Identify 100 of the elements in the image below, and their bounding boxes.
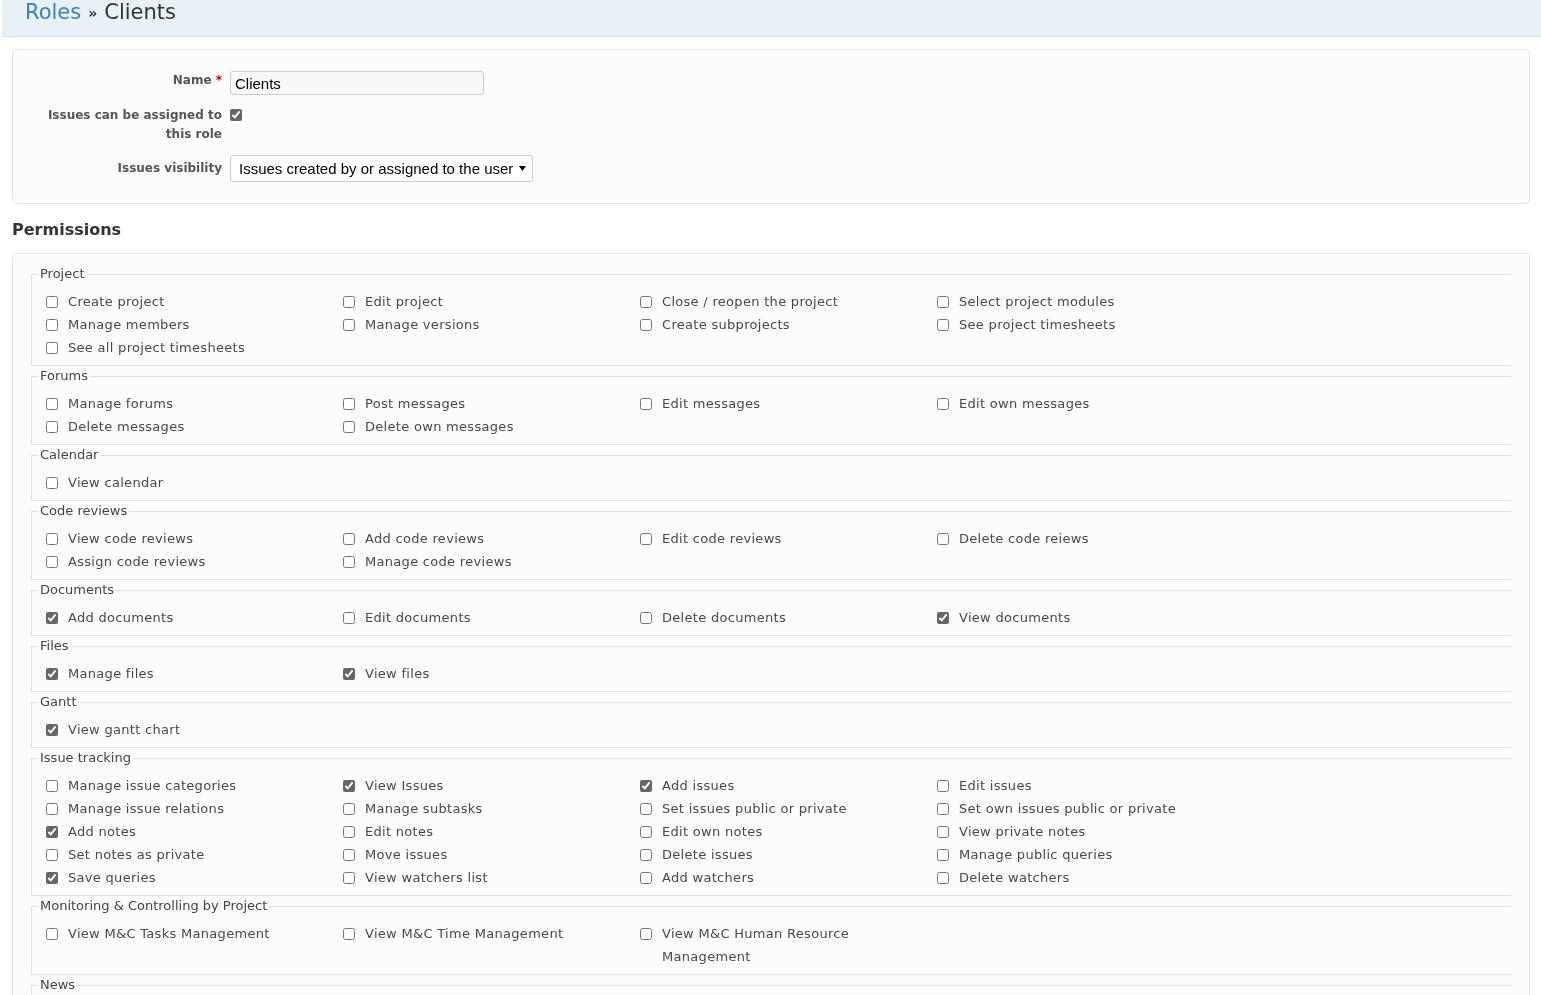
- checkbox[interactable]: [640, 928, 652, 940]
- checkbox[interactable]: [46, 477, 58, 489]
- checkbox[interactable]: [937, 803, 949, 815]
- permission-label: Close / reopen the project: [662, 293, 840, 311]
- checkbox[interactable]: [937, 780, 949, 792]
- permission-label: View M&C Human Resource Management: [662, 925, 851, 966]
- checkbox[interactable]: [937, 533, 949, 545]
- checkbox[interactable]: [640, 780, 652, 792]
- permission-label: Create project: [68, 293, 166, 311]
- checkbox[interactable]: [46, 826, 58, 838]
- breadcrumb-separator: »: [88, 4, 98, 23]
- checkbox[interactable]: [640, 849, 652, 861]
- permission-label: Manage code reviews: [365, 553, 513, 571]
- permission-label: Set issues public or private: [662, 800, 848, 818]
- name-input-field[interactable]: Clients: [230, 71, 484, 95]
- permission-label: View M&C Tasks Management: [68, 925, 271, 943]
- permission-label: Set own issues public or private: [959, 800, 1177, 818]
- permission-label: Edit code reviews: [662, 530, 783, 548]
- checkbox[interactable]: [937, 826, 949, 838]
- permission-label: Add watchers: [662, 869, 756, 887]
- permission-label: View Issues: [365, 777, 445, 795]
- permission-label: Edit own messages: [959, 395, 1091, 413]
- permission-label: Edit own notes: [662, 823, 764, 841]
- field-label: Issues can be assigned to this role: [46, 107, 222, 143]
- checkbox[interactable]: [46, 556, 58, 568]
- caret-icon: [519, 166, 526, 171]
- permission-label: View calendar: [68, 474, 165, 492]
- group-legend: Issue tracking: [38, 750, 133, 766]
- group-legend: Monitoring & Controlling by Project: [38, 898, 270, 914]
- permission-label: Add issues: [662, 777, 736, 795]
- checkbox[interactable]: [343, 421, 355, 433]
- checkbox[interactable]: [343, 803, 355, 815]
- checkbox[interactable]: [343, 398, 355, 410]
- checkbox[interactable]: [640, 296, 652, 308]
- group-legend: Documents: [38, 582, 117, 598]
- permission-label: View private notes: [959, 823, 1087, 841]
- checkbox[interactable]: [230, 109, 242, 121]
- group-legend: Calendar: [38, 447, 101, 463]
- checkbox[interactable]: [46, 724, 58, 736]
- checkbox[interactable]: [46, 849, 58, 861]
- checkbox[interactable]: [937, 319, 949, 331]
- group-legend: Gantt: [38, 694, 79, 710]
- checkbox[interactable]: [46, 780, 58, 792]
- checkbox[interactable]: [46, 296, 58, 308]
- checkbox[interactable]: [46, 803, 58, 815]
- checkbox[interactable]: [640, 319, 652, 331]
- checkbox[interactable]: [46, 398, 58, 410]
- checkbox[interactable]: [46, 612, 58, 624]
- permission-label: Edit issues: [959, 777, 1033, 795]
- checkbox[interactable]: [640, 398, 652, 410]
- group-legend: Forums: [38, 368, 90, 384]
- permission-label: See all project timesheets: [68, 339, 246, 357]
- checkbox[interactable]: [46, 668, 58, 680]
- checkbox[interactable]: [640, 533, 652, 545]
- permission-label: View code reviews: [68, 530, 195, 548]
- checkbox[interactable]: [46, 533, 58, 545]
- checkbox[interactable]: [46, 319, 58, 331]
- group-legend: Code reviews: [38, 503, 130, 519]
- permission-label: Add code reviews: [365, 530, 486, 548]
- checkbox[interactable]: [640, 803, 652, 815]
- checkbox[interactable]: [640, 826, 652, 838]
- checkbox[interactable]: [343, 556, 355, 568]
- checkbox[interactable]: [343, 533, 355, 545]
- field-label: Name: [172, 72, 212, 89]
- permission-label: View files: [365, 665, 431, 683]
- checkbox[interactable]: [937, 398, 949, 410]
- checkbox[interactable]: [46, 872, 58, 884]
- checkbox[interactable]: [343, 668, 355, 680]
- checkbox[interactable]: [46, 421, 58, 433]
- permission-label: Select project modules: [959, 293, 1116, 311]
- checkbox[interactable]: [343, 928, 355, 940]
- permission-label: Delete documents: [662, 609, 787, 627]
- checkbox[interactable]: [343, 849, 355, 861]
- checkbox[interactable]: [343, 872, 355, 884]
- permission-label: Manage files: [68, 665, 155, 683]
- checkbox[interactable]: [343, 612, 355, 624]
- checkbox[interactable]: [640, 612, 652, 624]
- checkbox[interactable]: [937, 872, 949, 884]
- checkbox[interactable]: [937, 849, 949, 861]
- checkbox[interactable]: [343, 780, 355, 792]
- visibility-dropdown[interactable]: Issues created by or assigned to the user: [230, 155, 533, 182]
- permission-label: View M&C Time Management: [365, 925, 565, 943]
- permission-label: Manage subtasks: [365, 800, 484, 818]
- checkbox[interactable]: [343, 319, 355, 331]
- breadcrumb-link[interactable]: Roles: [25, 0, 82, 24]
- checkbox[interactable]: [46, 928, 58, 940]
- checkbox[interactable]: [937, 296, 949, 308]
- checkbox[interactable]: [640, 872, 652, 884]
- permission-label: View gantt chart: [68, 721, 182, 739]
- permission-label: Manage members: [68, 316, 191, 334]
- checkbox[interactable]: [46, 342, 58, 354]
- permission-label: Save queries: [68, 869, 157, 887]
- permission-label: Manage issue categories: [68, 777, 238, 795]
- permission-label: Edit documents: [365, 609, 472, 627]
- permission-label: View documents: [959, 609, 1072, 627]
- checkbox[interactable]: [937, 612, 949, 624]
- checkbox[interactable]: [343, 296, 355, 308]
- permission-label: Manage public queries: [959, 846, 1114, 864]
- field-label: Issues visibility: [117, 160, 222, 177]
- checkbox[interactable]: [343, 826, 355, 838]
